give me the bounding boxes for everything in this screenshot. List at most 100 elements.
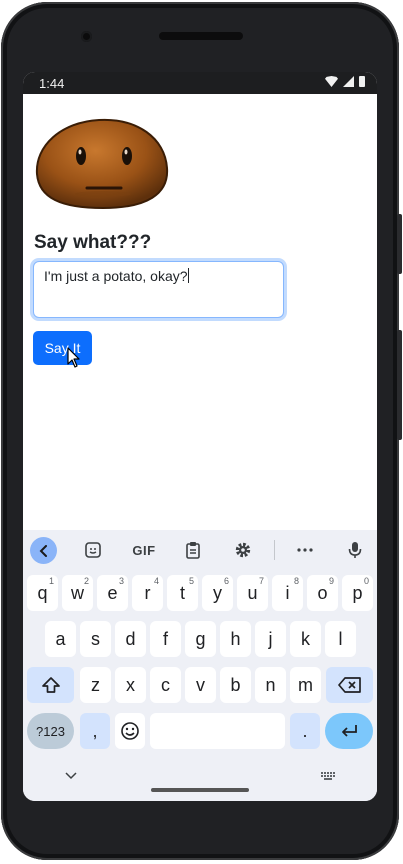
- status-bar: 1:44: [23, 72, 377, 94]
- key-hint: 4: [153, 576, 159, 586]
- key-r[interactable]: r4: [132, 575, 163, 611]
- key-v[interactable]: v: [185, 667, 216, 703]
- key-w[interactable]: w2: [62, 575, 93, 611]
- clipboard-icon[interactable]: [181, 538, 205, 562]
- text-caret: [187, 268, 189, 283]
- navigation-bar: [23, 760, 377, 801]
- backspace-icon: [337, 677, 361, 693]
- key-label: h: [230, 628, 241, 649]
- phone-frame: 1:44 Say what??? I'm just a potato, okay…: [1, 2, 399, 860]
- key-label: m: [298, 674, 313, 695]
- key-hint: 6: [223, 576, 229, 586]
- key-label: a: [55, 628, 66, 649]
- enter-key[interactable]: [325, 713, 373, 749]
- key-hint: 1: [48, 576, 54, 586]
- key-s[interactable]: s: [80, 621, 111, 657]
- key-u[interactable]: u7: [237, 575, 268, 611]
- key-label: v: [196, 674, 205, 695]
- key-label: z: [91, 674, 100, 695]
- key-h[interactable]: h: [220, 621, 251, 657]
- keyboard-toolbar: GIF: [23, 530, 377, 570]
- gear-icon[interactable]: [231, 538, 255, 562]
- key-hint: 8: [293, 576, 299, 586]
- key-label: l: [338, 628, 343, 649]
- key-label: r: [144, 582, 151, 603]
- earpiece-speaker: [159, 32, 243, 40]
- back-icon[interactable]: [30, 537, 57, 564]
- status-time: 1:44: [39, 76, 65, 91]
- key-hint: 9: [328, 576, 334, 586]
- emoji-key[interactable]: [115, 713, 145, 749]
- key-m[interactable]: m: [290, 667, 321, 703]
- key-label: k: [301, 628, 310, 649]
- more-icon[interactable]: [293, 538, 317, 562]
- emoji-icon: [121, 722, 139, 740]
- symbols-key[interactable]: ?123: [27, 713, 74, 749]
- key-label: w: [71, 582, 84, 603]
- key-label: u: [247, 582, 258, 603]
- key-a[interactable]: a: [45, 621, 76, 657]
- cell-signal-icon: [343, 76, 354, 87]
- key-k[interactable]: k: [290, 621, 321, 657]
- key-label: i: [285, 582, 290, 603]
- enter-icon: [342, 725, 357, 737]
- chevron-down-icon[interactable]: [65, 772, 77, 780]
- key-i[interactable]: i8: [272, 575, 303, 611]
- key-f[interactable]: f: [150, 621, 181, 657]
- key-hint: 2: [83, 576, 89, 586]
- key-t[interactable]: t5: [167, 575, 198, 611]
- battery-icon: [359, 76, 365, 87]
- key-z[interactable]: z: [80, 667, 111, 703]
- keyboard-icon[interactable]: [321, 772, 335, 782]
- key-label: q: [37, 582, 48, 603]
- comma-key[interactable]: ,: [80, 713, 110, 749]
- shift-key[interactable]: [27, 667, 74, 703]
- status-icons: [325, 76, 365, 87]
- key-n[interactable]: n: [255, 667, 286, 703]
- key-hint: 0: [363, 576, 369, 586]
- screen: 1:44 Say what??? I'm just a potato, okay…: [23, 72, 377, 801]
- speech-text-value: I'm just a potato, okay?: [44, 268, 188, 284]
- space-key[interactable]: [150, 713, 285, 749]
- front-camera: [81, 31, 92, 42]
- wifi-icon: [325, 76, 338, 87]
- key-g[interactable]: g: [185, 621, 216, 657]
- soft-keyboard: GIF ?123 , . q 1 w 2 e 3 r 4 t 5 y 6 u 7…: [23, 530, 377, 801]
- key-c[interactable]: c: [150, 667, 181, 703]
- key-hint: 3: [118, 576, 124, 586]
- key-hint: 7: [258, 576, 264, 586]
- key-label: n: [265, 674, 276, 695]
- key-label: o: [317, 582, 328, 603]
- key-label: f: [162, 628, 168, 649]
- key-j[interactable]: j: [255, 621, 286, 657]
- key-label: t: [179, 582, 185, 603]
- key-p[interactable]: p0: [342, 575, 373, 611]
- sticker-icon[interactable]: [81, 538, 105, 562]
- key-b[interactable]: b: [220, 667, 251, 703]
- key-label: b: [230, 674, 241, 695]
- key-label: g: [195, 628, 206, 649]
- toolbar-separator: [274, 540, 275, 560]
- key-x[interactable]: x: [115, 667, 146, 703]
- key-label: p: [352, 582, 363, 603]
- key-l[interactable]: l: [325, 621, 356, 657]
- mic-icon[interactable]: [343, 538, 367, 562]
- key-label: e: [107, 582, 118, 603]
- gif-button[interactable]: GIF: [129, 538, 159, 562]
- key-hint: 5: [188, 576, 194, 586]
- say-it-button[interactable]: Say It: [33, 331, 92, 365]
- key-d[interactable]: d: [115, 621, 146, 657]
- key-e[interactable]: e3: [97, 575, 128, 611]
- backspace-key[interactable]: [326, 667, 373, 703]
- speech-text-input[interactable]: I'm just a potato, okay?: [33, 261, 284, 318]
- key-y[interactable]: y6: [202, 575, 233, 611]
- power-button: [397, 214, 402, 274]
- home-gesture-pill[interactable]: [151, 788, 249, 792]
- key-q[interactable]: q1: [27, 575, 58, 611]
- key-o[interactable]: o9: [307, 575, 338, 611]
- shift-icon: [41, 677, 60, 693]
- mouse-cursor-icon: [67, 347, 80, 368]
- key-label: j: [268, 628, 273, 649]
- key-label: x: [126, 674, 135, 695]
- period-key[interactable]: .: [290, 713, 320, 749]
